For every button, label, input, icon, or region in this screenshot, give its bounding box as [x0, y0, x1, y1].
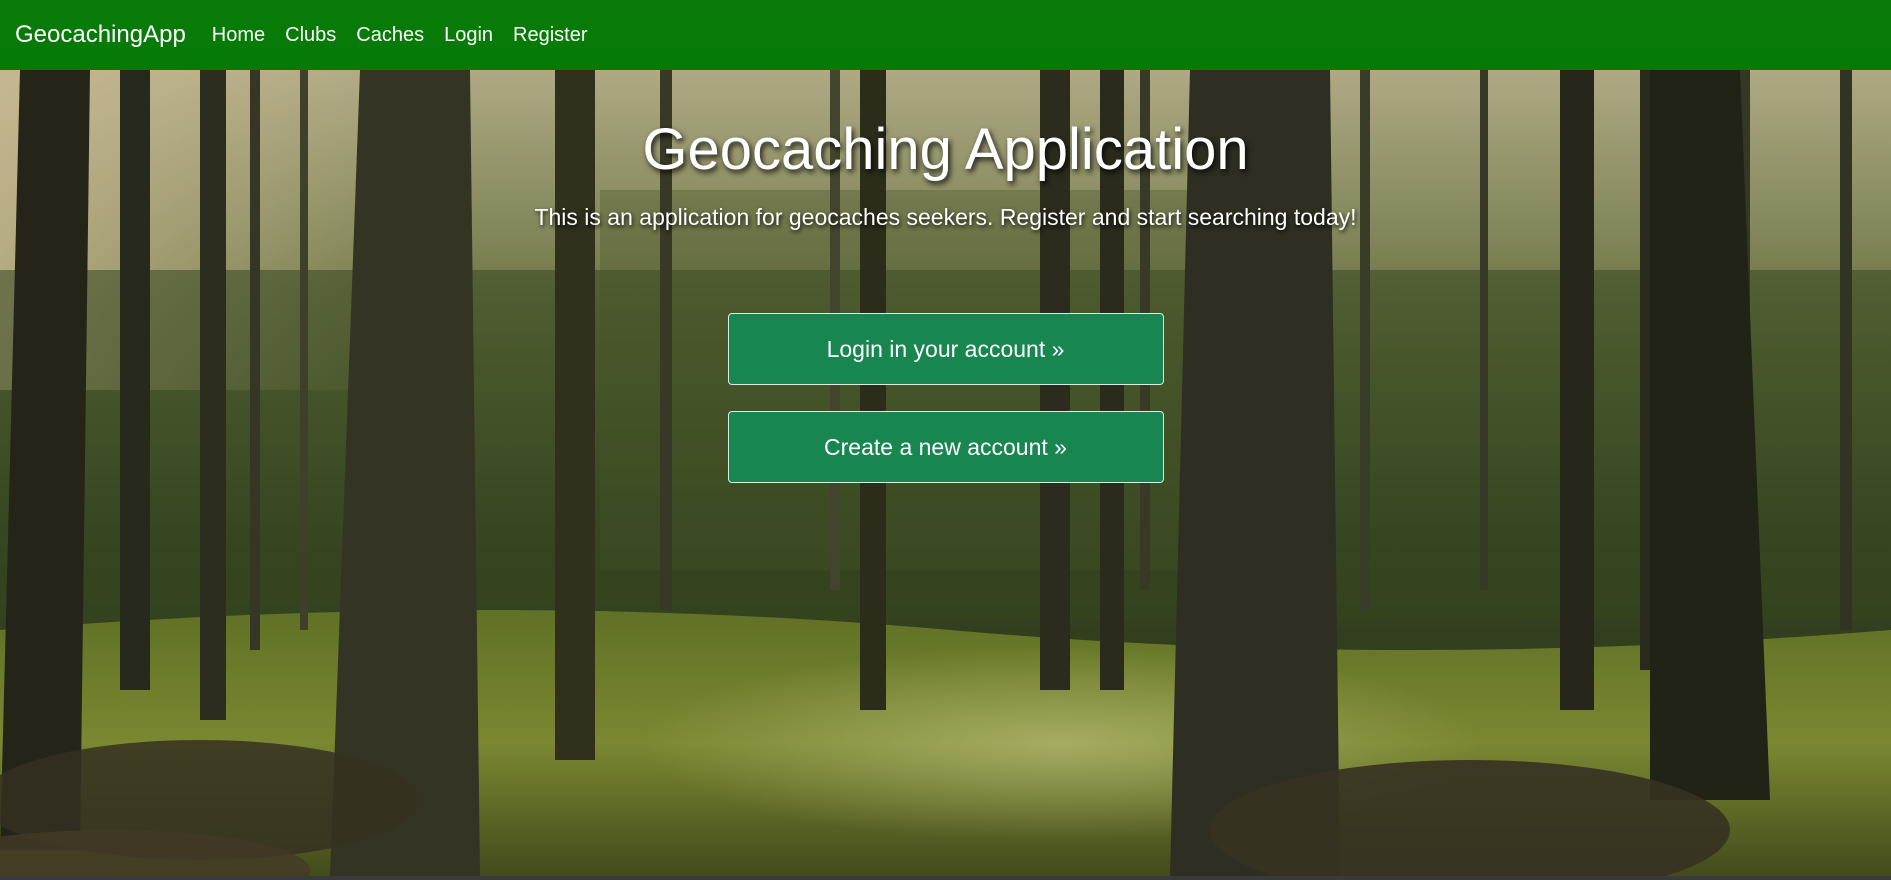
top-navbar: GeocachingApp Home Clubs Caches Login Re… [0, 0, 1891, 70]
nav-links: Home Clubs Caches Login Register [202, 0, 598, 70]
nav-link-register[interactable]: Register [503, 0, 597, 70]
hero-content: Geocaching Application This is an applic… [0, 70, 1891, 483]
page-bottom-edge [0, 876, 1891, 880]
hero-section: Geocaching Application This is an applic… [0, 70, 1891, 876]
brand-link[interactable]: GeocachingApp [15, 0, 186, 70]
nav-link-home[interactable]: Home [202, 0, 275, 70]
login-account-button[interactable]: Login in your account » [727, 312, 1164, 385]
create-account-button[interactable]: Create a new account » [727, 410, 1164, 483]
nav-link-clubs[interactable]: Clubs [275, 0, 346, 70]
hero-subtitle: This is an application for geocaches see… [534, 203, 1357, 230]
nav-link-login[interactable]: Login [434, 0, 503, 70]
hero-title: Geocaching Application [642, 117, 1249, 182]
nav-link-caches[interactable]: Caches [346, 0, 434, 70]
